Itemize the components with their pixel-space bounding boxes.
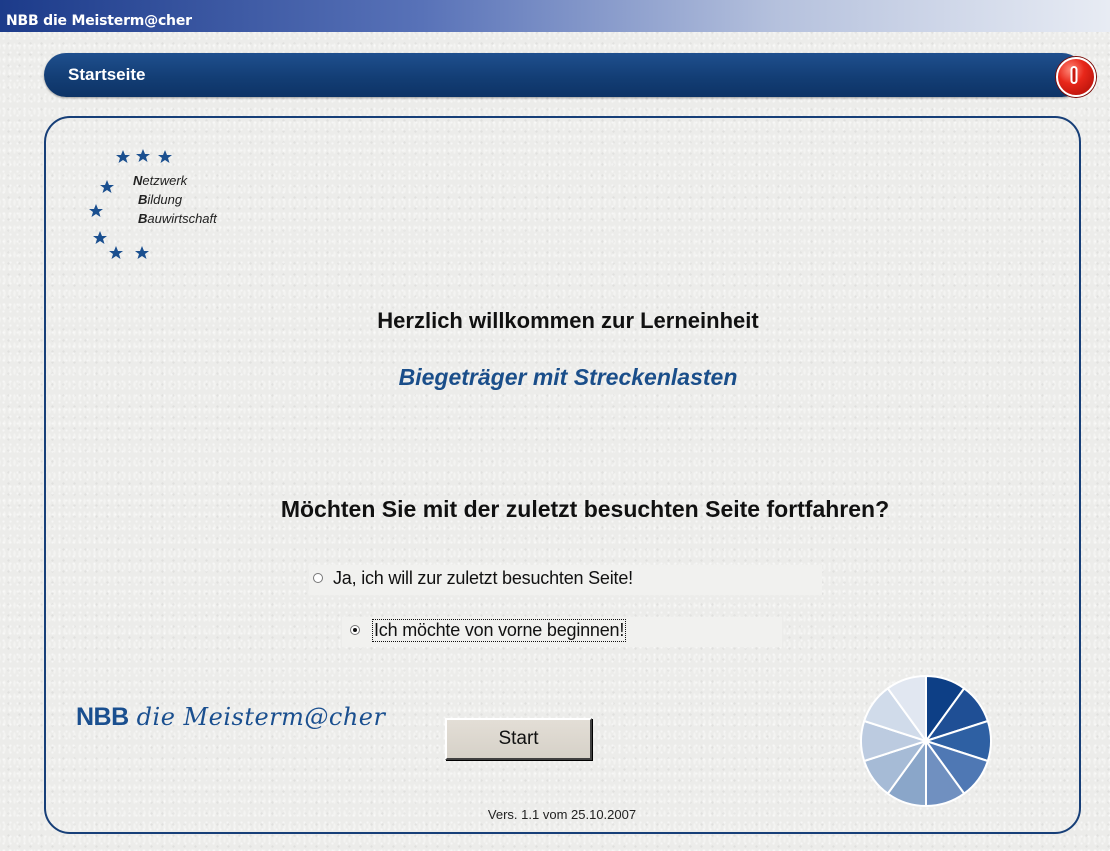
page-title: Startseite	[68, 65, 146, 84]
resume-question: Möchten Sie mit der zuletzt besuchten Se…	[280, 496, 890, 522]
window-title-bar: NBB die Meisterm@cher	[0, 0, 1110, 32]
radio-button-resume[interactable]	[313, 573, 323, 583]
nbb-logo: Netzwerk Bildung Bauwirtschaft	[80, 142, 250, 267]
radio-label-resume[interactable]: Ja, ich will zur zuletzt besuchten Seite…	[333, 568, 633, 589]
header-bar: Startseite	[44, 53, 1096, 97]
radio-button-restart[interactable]	[350, 625, 360, 635]
power-icon[interactable]	[1056, 57, 1096, 97]
logo-line-bildung: Bildung	[138, 192, 183, 207]
brand-script: die Meisterm@cher	[136, 703, 386, 731]
version-text: Vers. 1.1 vom 25.10.2007	[487, 807, 637, 822]
pie-decoration-icon	[858, 673, 994, 809]
brand-nbb: NBB	[76, 703, 129, 731]
radio-option-resume[interactable]: Ja, ich will zur zuletzt besuchten Seite…	[309, 565, 822, 595]
start-button[interactable]: Start	[445, 718, 592, 760]
radio-label-restart[interactable]: Ich möchte von vorne beginnen!	[371, 619, 627, 642]
welcome-heading: Herzlich willkommen zur Lerneinheit	[377, 308, 759, 333]
logo-line-bauwirtschaft: Bauwirtschaft	[138, 211, 217, 226]
brand-logo: NBB die Meisterm@cher	[76, 703, 385, 732]
course-title: Biegeträger mit Streckenlasten	[398, 364, 738, 390]
radio-option-restart[interactable]: Ich möchte von vorne beginnen!	[342, 617, 782, 647]
logo-line-netzwerk: Netzwerk	[133, 173, 188, 188]
window-title: NBB die Meisterm@cher	[6, 13, 192, 29]
